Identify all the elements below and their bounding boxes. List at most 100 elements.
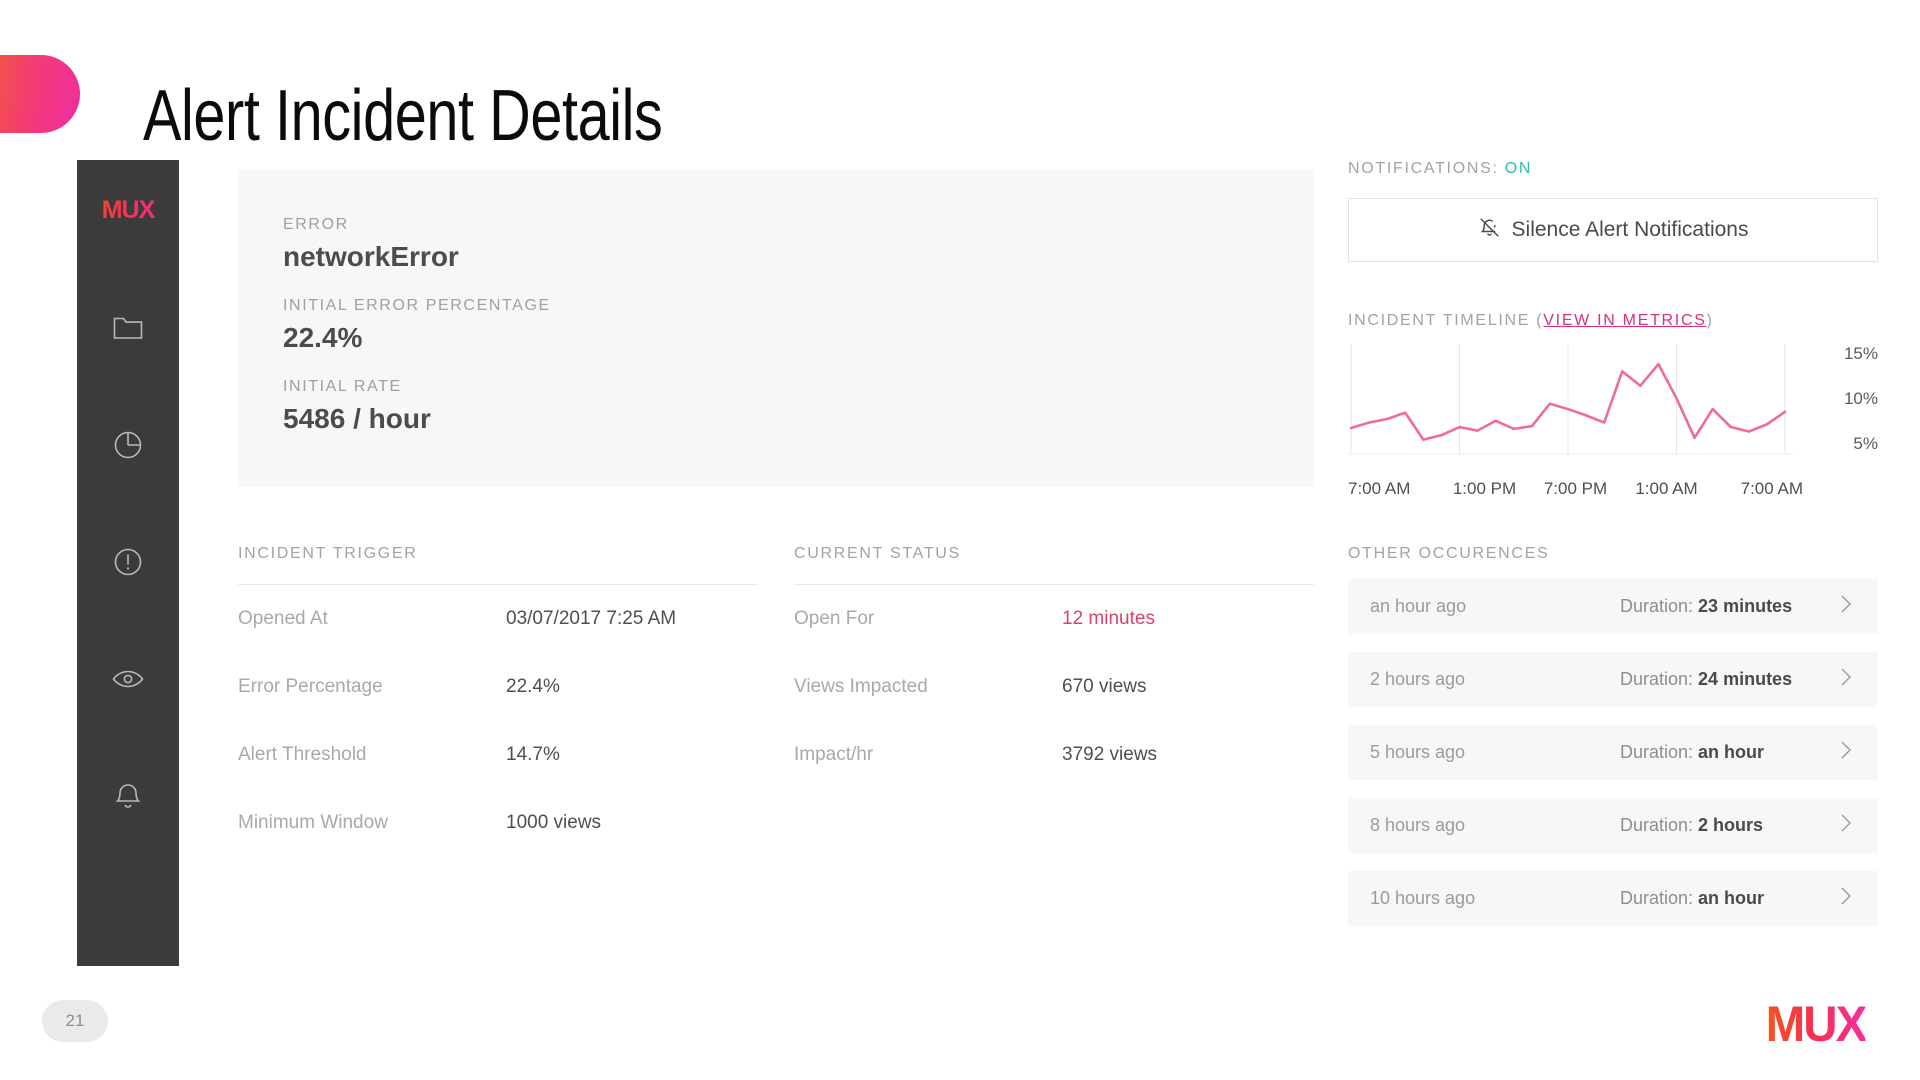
bell-icon	[114, 781, 142, 811]
row-label: Views Impacted	[794, 676, 928, 697]
occurrence-when: an hour ago	[1370, 596, 1467, 616]
initial-error-percentage-label: INITIAL ERROR PERCENTAGE	[283, 297, 551, 314]
occurrence-duration: Duration: an hour	[1620, 888, 1840, 909]
row-label: Error Percentage	[238, 676, 383, 697]
mux-logo: MUX	[1765, 996, 1868, 1052]
duration-prefix: Duration:	[1620, 888, 1699, 908]
sidebar-item-metrics[interactable]	[77, 386, 179, 503]
table-row: Views Impacted 670 views	[794, 653, 1314, 721]
duration-value: 2 hours	[1698, 815, 1764, 835]
duration-prefix: Duration:	[1620, 669, 1699, 689]
right-panel: NOTIFICATIONS: ON Silence Alert Notifica…	[1348, 160, 1878, 944]
occurrence-duration: Duration: 23 minutes	[1620, 596, 1840, 617]
row-label: Alert Threshold	[238, 744, 367, 765]
row-value: 14.7%	[506, 744, 560, 765]
duration-prefix: Duration:	[1620, 742, 1699, 762]
alert-circle-icon	[113, 547, 143, 577]
occurrence-duration: Duration: 24 minutes	[1620, 669, 1840, 690]
row-value: 12 minutes	[1062, 608, 1155, 629]
table-row: Alert Threshold 14.7%	[238, 721, 758, 789]
error-value: networkError	[283, 241, 459, 272]
table-row: Impact/hr 3792 views	[794, 721, 1314, 789]
row-label: Impact/hr	[794, 744, 874, 765]
y-axis-tick-15: 15%	[1843, 344, 1878, 364]
incident-timeline-heading: INCIDENT TIMELINE (View in metrics)	[1348, 312, 1878, 330]
notifications-state: ON	[1504, 160, 1533, 177]
sidebar-item-alerts[interactable]	[77, 503, 179, 620]
notifications-status: NOTIFICATIONS: ON	[1348, 160, 1878, 178]
row-label: Open For	[794, 608, 875, 629]
row-value: 1000 views	[506, 812, 602, 833]
list-item[interactable]: 10 hours ago Duration: an hour	[1348, 871, 1878, 926]
chevron-right-icon	[1840, 667, 1852, 692]
row-value: 670 views	[1062, 676, 1147, 697]
other-occurrences-list: an hour ago Duration: 23 minutes 2 hours…	[1348, 579, 1878, 926]
list-item[interactable]: 8 hours ago Duration: 2 hours	[1348, 798, 1878, 853]
sidebar-item-views[interactable]	[77, 620, 179, 737]
list-item[interactable]: 5 hours ago Duration: an hour	[1348, 725, 1878, 780]
error-summary-card: ERROR networkError INITIAL ERROR PERCENT…	[238, 170, 1314, 487]
y-axis-tick-10: 10%	[1843, 389, 1878, 409]
notifications-label: NOTIFICATIONS:	[1348, 160, 1499, 177]
initial-error-percentage-value: 22.4%	[283, 322, 363, 353]
sidebar-item-folder[interactable]	[77, 269, 179, 386]
view-in-metrics-link[interactable]: View in metrics	[1543, 312, 1706, 329]
duration-prefix: Duration:	[1620, 815, 1699, 835]
error-label: ERROR	[283, 216, 349, 233]
occurrence-duration: Duration: an hour	[1620, 742, 1840, 763]
chevron-right-icon	[1840, 813, 1852, 838]
bell-off-icon	[1478, 216, 1501, 245]
decorative-gradient-blob	[0, 55, 80, 133]
duration-value: an hour	[1698, 742, 1765, 762]
incident-timeline-chart: 15% 10% 5%	[1348, 340, 1878, 475]
row-label: Minimum Window	[238, 812, 388, 833]
timeline-heading-suffix: )	[1706, 312, 1714, 329]
duration-value: 24 minutes	[1698, 669, 1793, 689]
current-status-table: CURRENT STATUS Open For 12 minutes Views…	[794, 545, 1314, 789]
y-axis-tick-5: 5%	[1853, 434, 1878, 454]
sidebar-item-notifications[interactable]	[77, 737, 179, 854]
initial-rate-value: 5486 / hour	[283, 403, 431, 434]
silence-alert-notifications-button[interactable]: Silence Alert Notifications	[1348, 198, 1878, 262]
chevron-right-icon	[1840, 886, 1852, 911]
folder-icon	[113, 315, 143, 341]
row-value: 03/07/2017 7:25 AM	[506, 608, 677, 629]
error-field-initial-rate: INITIAL RATE 5486 / hour	[283, 378, 1314, 435]
occurrence-duration: Duration: 2 hours	[1620, 815, 1840, 836]
sidebar-nav	[77, 269, 179, 854]
duration-value: 23 minutes	[1698, 596, 1793, 616]
timeline-line-chart-svg	[1348, 344, 1793, 455]
incident-trigger-heading: INCIDENT TRIGGER	[238, 545, 758, 585]
row-value: 3792 views	[1062, 744, 1158, 765]
chevron-right-icon	[1840, 740, 1852, 765]
error-field-error: ERROR networkError	[283, 216, 1314, 273]
sidebar-logo: MUX	[77, 196, 179, 225]
error-field-initial-error-percentage: INITIAL ERROR PERCENTAGE 22.4%	[283, 297, 1314, 354]
x-axis-tick: 7:00 AM	[1740, 479, 1803, 498]
duration-prefix: Duration:	[1620, 596, 1699, 616]
page-title: Alert Incident Details	[143, 76, 663, 156]
current-status-heading: CURRENT STATUS	[794, 545, 1314, 585]
occurrence-when: 8 hours ago	[1370, 815, 1466, 835]
other-occurrences-heading: OTHER OCCURENCES	[1348, 545, 1550, 562]
eye-icon	[112, 668, 144, 690]
slide-page-number: 21	[42, 1000, 108, 1042]
duration-value: an hour	[1698, 888, 1765, 908]
pie-chart-icon	[113, 430, 143, 460]
x-axis-tick: 1:00 PM	[1452, 479, 1517, 498]
chart-x-axis: 7:00 AM 1:00 PM 7:00 PM 1:00 AM 7:00 AM	[1348, 479, 1803, 499]
incident-trigger-table: INCIDENT TRIGGER Opened At 03/07/2017 7:…	[238, 545, 758, 857]
x-axis-tick: 7:00 PM	[1543, 479, 1608, 498]
timeline-heading-prefix: INCIDENT TIMELINE (	[1348, 312, 1544, 329]
table-row: Error Percentage 22.4%	[238, 653, 758, 721]
row-label: Opened At	[238, 608, 328, 629]
list-item[interactable]: 2 hours ago Duration: 24 minutes	[1348, 652, 1878, 707]
occurrence-when: 2 hours ago	[1370, 669, 1466, 689]
table-row: Minimum Window 1000 views	[238, 789, 758, 857]
chevron-right-icon	[1840, 594, 1852, 619]
occurrence-when: 10 hours ago	[1370, 888, 1476, 908]
x-axis-tick: 1:00 AM	[1635, 479, 1698, 498]
initial-rate-label: INITIAL RATE	[283, 378, 402, 395]
list-item[interactable]: an hour ago Duration: 23 minutes	[1348, 579, 1878, 634]
slide-canvas: Alert Incident Details MUX ERROR network…	[0, 0, 1920, 1080]
